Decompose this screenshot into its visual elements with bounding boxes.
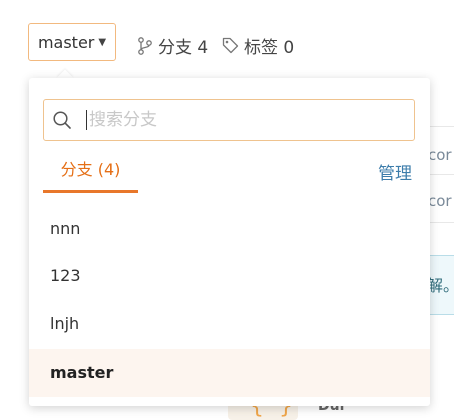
branches-count-link[interactable]: 分支 4	[137, 33, 208, 58]
branch-name: lnjh	[50, 314, 80, 333]
background-notice-text: 解。	[427, 276, 454, 295]
branch-search-input[interactable]	[87, 110, 389, 130]
tab-branches-label: 分支 (4)	[60, 160, 121, 179]
branch-item[interactable]: lnjh	[29, 300, 430, 348]
tags-count-label: 标签 0	[244, 38, 295, 58]
manage-branches-link[interactable]: 管理	[378, 159, 412, 184]
branch-name: nnn	[50, 219, 81, 238]
branch-item[interactable]: nnn	[29, 205, 430, 253]
caret-down-icon: ▼	[98, 36, 107, 48]
tags-count-link[interactable]: 标签 0	[222, 33, 294, 58]
branches-count-label: 分支 4	[158, 38, 209, 58]
current-branch-label: master	[37, 32, 95, 52]
background-row-text: cor	[428, 146, 452, 164]
branch-icon	[138, 36, 152, 55]
branch-selector-button[interactable]: master ▼	[28, 23, 116, 61]
background-row-text: cor	[428, 192, 452, 210]
tag-icon	[222, 37, 239, 54]
branch-dropdown: 分支 (4) 管理 nnn 123 lnjh master	[29, 78, 430, 406]
search-icon	[53, 111, 71, 129]
branch-item[interactable]: 123	[29, 252, 430, 300]
tab-branches[interactable]: 分支 (4)	[43, 159, 138, 193]
branch-item-current[interactable]: master	[29, 349, 430, 397]
branch-name: 123	[50, 266, 81, 285]
branch-name: master	[50, 363, 114, 382]
branch-search-box[interactable]	[43, 99, 415, 141]
